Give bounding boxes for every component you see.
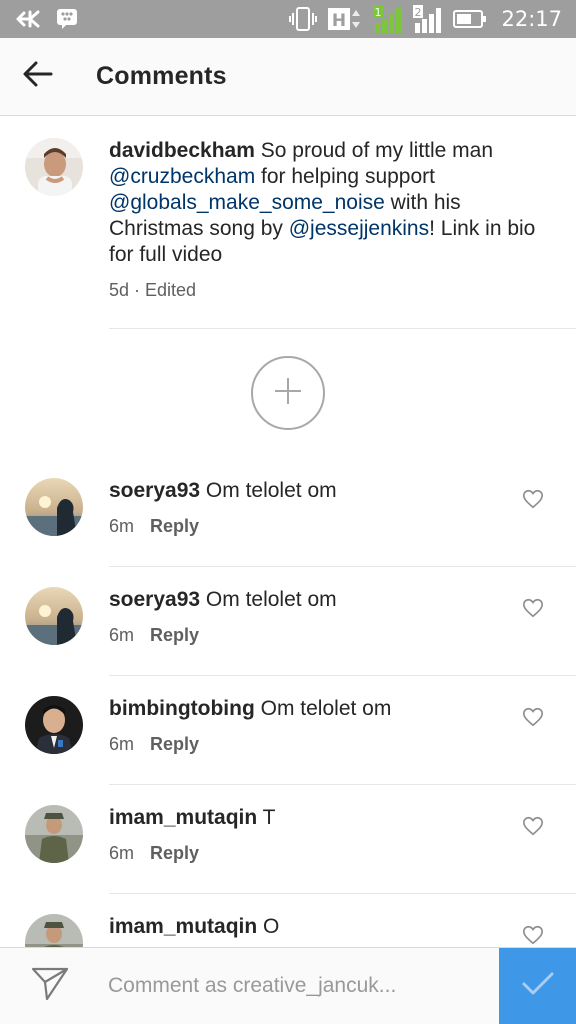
avatar[interactable] — [25, 696, 83, 754]
caption-time: 5d — [109, 280, 130, 300]
meta-separator: · — [129, 280, 146, 300]
signal-2-icon: 2 — [413, 5, 443, 33]
vk-icon — [16, 10, 42, 28]
sim-slot-1-text: 1 — [375, 6, 382, 19]
comment-body: Om telolet om — [254, 697, 392, 720]
comment-compose-bar — [0, 947, 576, 1024]
comment-text: soerya93 Om telolet om — [109, 587, 506, 613]
comment-item: imam_mutaqin T 6m Reply — [0, 785, 576, 894]
comment-meta: 6m Reply — [109, 625, 506, 646]
plus-circle-icon — [273, 376, 303, 411]
page-title: Comments — [96, 62, 227, 90]
load-more-button[interactable] — [251, 356, 325, 430]
edited-label: Edited — [145, 280, 197, 300]
comment-text: soerya93 Om telolet om — [109, 478, 506, 504]
sim-slot-2-text: 2 — [415, 6, 422, 19]
avatar[interactable] — [25, 914, 83, 947]
reply-button[interactable]: Reply — [150, 843, 199, 864]
arrow-left-icon — [23, 61, 53, 92]
avatar[interactable] — [25, 478, 83, 536]
comment-item: soerya93 Om telolet om 6m Reply — [0, 458, 576, 567]
back-button[interactable] — [0, 38, 76, 116]
comment-username[interactable]: soerya93 — [109, 479, 200, 502]
comment-item: imam_mutaqin O — [0, 894, 576, 947]
reply-button[interactable]: Reply — [150, 734, 199, 755]
h-network-icon: H — [327, 6, 363, 32]
comment-text: bimbingtobing Om telolet om — [109, 696, 506, 722]
reply-button[interactable]: Reply — [150, 625, 199, 646]
checkmark-icon — [521, 971, 555, 1002]
battery-icon — [453, 9, 487, 29]
comment-meta: 6m Reply — [109, 734, 506, 755]
comment-meta: 6m Reply — [109, 843, 506, 864]
comment-meta: 6m Reply — [109, 516, 506, 537]
paper-plane-icon — [31, 966, 69, 1007]
comment-time: 6m — [109, 516, 135, 536]
comments-list[interactable]: davidbeckham So proud of my little man @… — [0, 116, 576, 947]
comment-username[interactable]: soerya93 — [109, 588, 200, 611]
status-bar: H 1 2 22:17 — [0, 0, 576, 38]
clock: 22:17 — [501, 7, 562, 31]
comment-text: imam_mutaqin O — [109, 914, 506, 940]
reply-button[interactable]: Reply — [150, 516, 199, 537]
comment-body: O — [257, 915, 280, 938]
caption-meta: 5d · Edited — [109, 280, 546, 301]
comment-time: 6m — [109, 843, 135, 863]
header: Comments — [0, 38, 576, 116]
caption-username[interactable]: davidbeckham — [109, 139, 255, 162]
heart-icon[interactable] — [522, 488, 544, 510]
signal-1-icon: 1 — [373, 5, 403, 33]
comment-input[interactable] — [100, 947, 499, 1024]
comment-item: soerya93 Om telolet om 6m Reply — [0, 567, 576, 676]
mention-link[interactable]: @jessejjenkins — [289, 217, 429, 240]
comment-username[interactable]: imam_mutaqin — [109, 806, 257, 829]
direct-message-button[interactable] — [0, 948, 100, 1024]
caption-text: davidbeckham So proud of my little man @… — [109, 138, 546, 268]
heart-icon[interactable] — [522, 597, 544, 619]
caption-part: So proud of my little man — [254, 139, 494, 162]
comment-item: bimbingtobing Om telolet om 6m Reply — [0, 676, 576, 785]
comment-time: 6m — [109, 734, 135, 754]
comment-username[interactable]: imam_mutaqin — [109, 915, 257, 938]
comment-body: Om telolet om — [200, 588, 337, 611]
heart-icon[interactable] — [522, 815, 544, 837]
caption-part: for helping support — [255, 165, 435, 188]
comment-username[interactable]: bimbingtobing — [109, 697, 255, 720]
avatar[interactable] — [25, 138, 83, 196]
avatar[interactable] — [25, 587, 83, 645]
heart-icon[interactable] — [522, 706, 544, 728]
comment-body: T — [257, 806, 276, 829]
avatar[interactable] — [25, 805, 83, 863]
post-comment-button[interactable] — [499, 947, 576, 1024]
vibrate-icon — [289, 7, 318, 31]
heart-icon[interactable] — [522, 924, 544, 946]
network-badge-text: H — [332, 11, 346, 31]
comment-time: 6m — [109, 625, 135, 645]
comment-body: Om telolet om — [200, 479, 337, 502]
mention-link[interactable]: @globals_make_some_noise — [109, 191, 385, 214]
load-more — [0, 328, 576, 458]
comment-text: imam_mutaqin T — [109, 805, 506, 831]
mention-link[interactable]: @cruzbeckham — [109, 165, 255, 188]
post-caption: davidbeckham So proud of my little man @… — [0, 116, 576, 329]
bbm-icon — [56, 8, 78, 30]
